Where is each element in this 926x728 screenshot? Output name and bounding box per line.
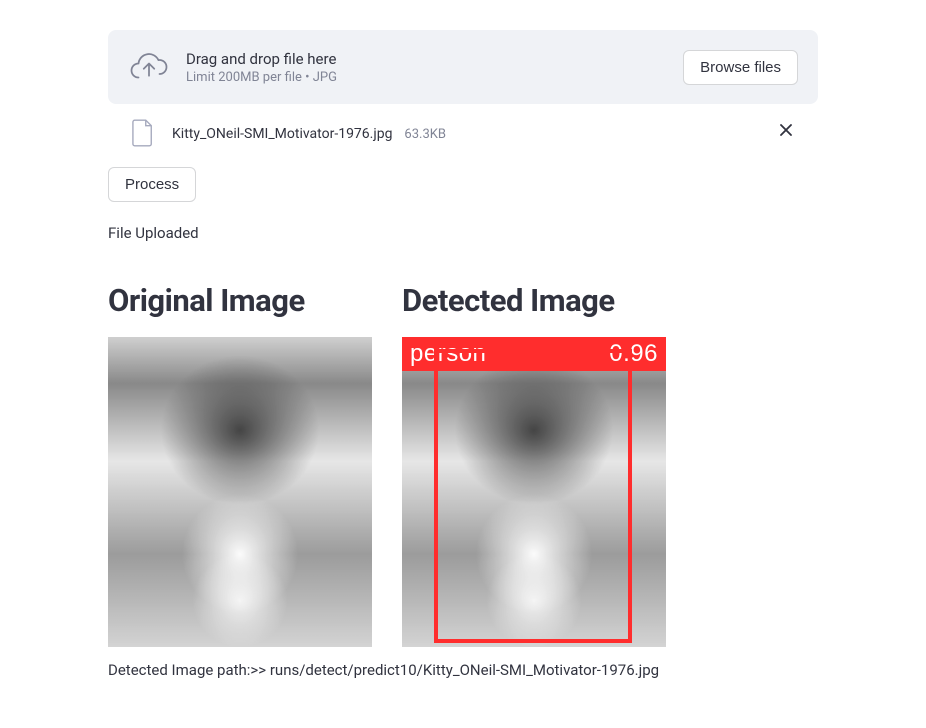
original-column: Original Image: [108, 282, 372, 647]
detection-label-bar: person 0.96: [402, 337, 666, 371]
image-columns: Original Image Detected Image person 0.9…: [108, 282, 818, 647]
original-heading: Original Image: [108, 282, 372, 319]
remove-file-button[interactable]: [774, 118, 798, 147]
upload-subtitle: Limit 200MB per file • JPG: [186, 70, 337, 85]
file-upload-dropzone[interactable]: Drag and drop file here Limit 200MB per …: [108, 30, 818, 104]
file-name: Kitty_ONeil-SMI_Motivator-1976.jpg: [172, 126, 392, 142]
status-text: File Uploaded: [108, 224, 818, 242]
detected-image: person 0.96: [402, 337, 666, 647]
detected-heading: Detected Image: [402, 282, 666, 319]
upload-title: Drag and drop file here: [186, 50, 337, 68]
file-icon: [132, 119, 154, 147]
upload-info: Drag and drop file here Limit 200MB per …: [128, 46, 337, 88]
detected-column: Detected Image person 0.96: [402, 282, 666, 647]
process-button[interactable]: Process: [108, 167, 196, 202]
file-size: 63.3KB: [404, 127, 446, 142]
cloud-upload-icon: [128, 46, 170, 88]
close-icon: [778, 122, 794, 138]
browse-files-button[interactable]: Browse files: [683, 50, 798, 85]
original-image: [108, 337, 372, 647]
file-name-block: Kitty_ONeil-SMI_Motivator-1976.jpg 63.3K…: [172, 123, 446, 142]
uploaded-file-row: Kitty_ONeil-SMI_Motivator-1976.jpg 63.3K…: [108, 104, 818, 161]
detection-class-label: person: [410, 340, 486, 368]
detection-confidence: 0.96: [609, 340, 658, 368]
detected-path-text: Detected Image path:>> runs/detect/predi…: [108, 661, 818, 679]
